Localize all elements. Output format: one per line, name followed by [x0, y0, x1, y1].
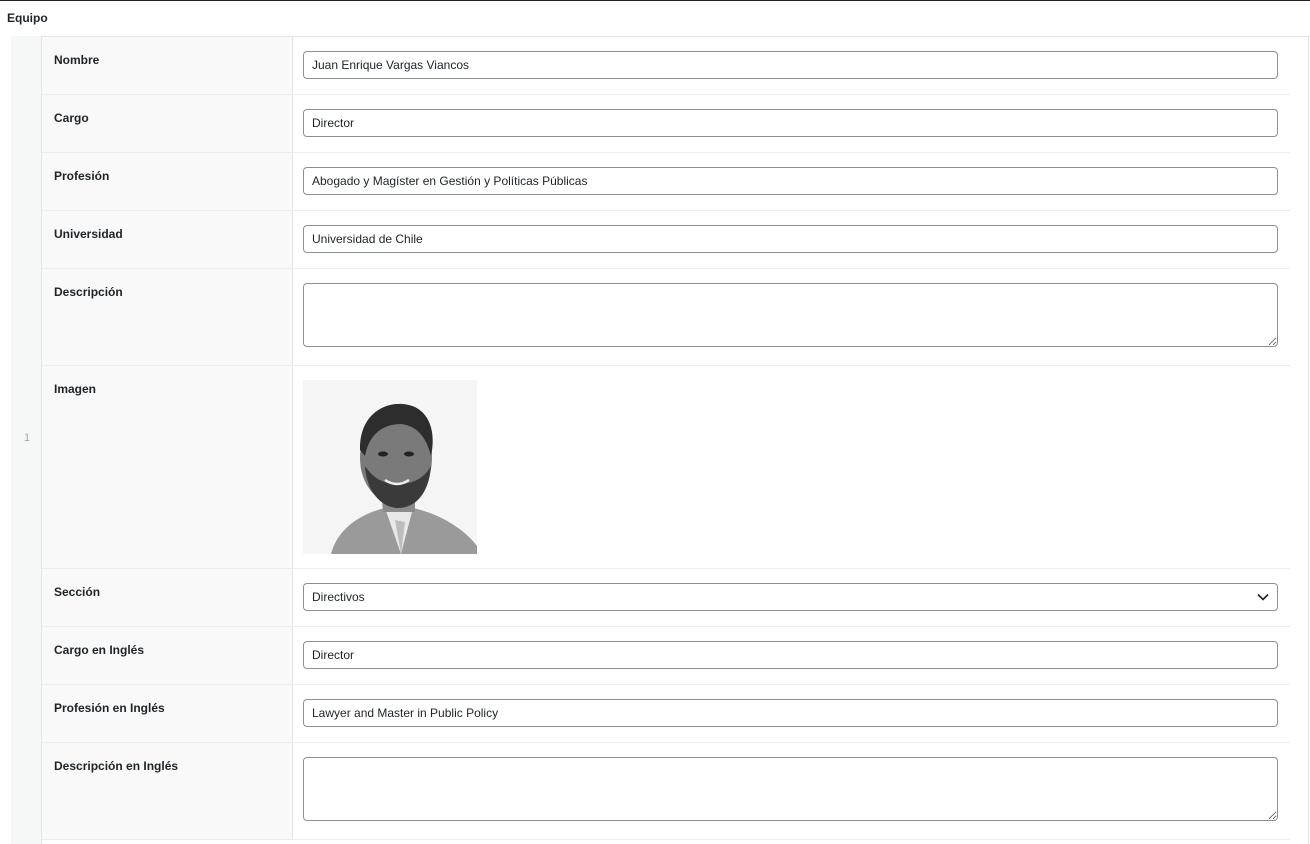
- profesion-en-input[interactable]: [303, 699, 1278, 727]
- section-title: Equipo: [7, 11, 48, 25]
- field-label: Profesión: [42, 153, 293, 210]
- field-nombre: Nombre: [42, 37, 1290, 95]
- universidad-input[interactable]: [303, 225, 1278, 253]
- cargo-input[interactable]: [303, 109, 1278, 137]
- field-label: Sección: [42, 569, 293, 626]
- field-cargo: Cargo: [42, 95, 1290, 153]
- portrait-image: [303, 380, 477, 554]
- field-label: Descripción en Inglés: [42, 743, 293, 839]
- seccion-select[interactable]: Directivos: [303, 583, 1278, 611]
- field-label: Universidad: [42, 211, 293, 268]
- field-label: Cargo en Inglés: [42, 627, 293, 684]
- field-descripcion: Descripción: [42, 269, 1290, 366]
- repeater-row-fields: Nombre Cargo Profesión Universidad Descr…: [42, 37, 1290, 840]
- row-number: 1: [24, 432, 31, 444]
- field-label: Imagen: [42, 366, 293, 568]
- descripcion-en-textarea[interactable]: [303, 757, 1278, 821]
- field-profesion-en: Profesión en Inglés: [42, 685, 1290, 743]
- field-label: Descripción: [42, 269, 293, 365]
- field-label: Cargo: [42, 95, 293, 152]
- field-label: Nombre: [42, 37, 293, 94]
- chevron-down-icon: [1257, 590, 1269, 604]
- field-descripcion-en: Descripción en Inglés: [42, 743, 1290, 840]
- descripcion-textarea[interactable]: [303, 283, 1278, 347]
- field-seccion: Sección Directivos: [42, 569, 1290, 627]
- cargo-en-input[interactable]: [303, 641, 1278, 669]
- top-border: [0, 0, 1310, 1]
- profesion-input[interactable]: [303, 167, 1278, 195]
- field-universidad: Universidad: [42, 211, 1290, 269]
- field-profesion: Profesión: [42, 153, 1290, 211]
- field-imagen: Imagen: [42, 366, 1290, 569]
- nombre-input[interactable]: [303, 51, 1278, 79]
- seccion-selected-value: Directivos: [312, 590, 365, 604]
- profile-photo[interactable]: [303, 380, 477, 554]
- field-label: Profesión en Inglés: [42, 685, 293, 742]
- field-cargo-en: Cargo en Inglés: [42, 627, 1290, 685]
